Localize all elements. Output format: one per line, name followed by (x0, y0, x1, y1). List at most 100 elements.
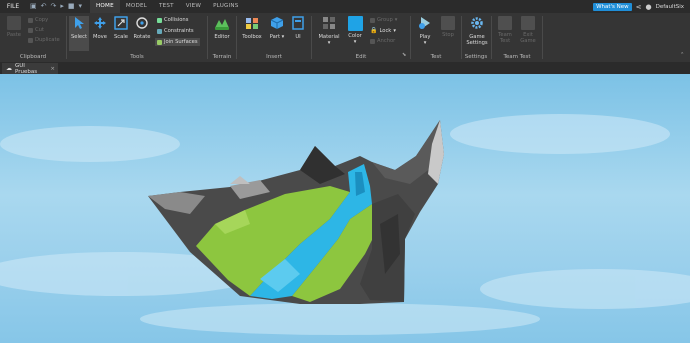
tab-view[interactable]: VIEW (180, 0, 207, 13)
team-test-button[interactable]: Team Test (495, 16, 515, 44)
material-icon (323, 17, 335, 29)
move-icon (94, 17, 106, 29)
terrain-group: Editor Terrain (208, 13, 236, 62)
rotate-icon (136, 17, 148, 29)
document-tab[interactable]: ☁ GUI Pruebas × (2, 62, 58, 75)
part-label: Part (269, 34, 280, 40)
copy-button[interactable]: Copy (28, 17, 48, 23)
dropdown-icon[interactable]: ▾ (79, 3, 83, 10)
collisions-icon (157, 17, 162, 23)
anchor-icon (370, 38, 375, 44)
join-surfaces-icon (157, 39, 162, 45)
ui-button[interactable]: UI (288, 16, 308, 40)
undo-icon[interactable]: ↶ (41, 3, 47, 10)
scale-icon (114, 16, 128, 30)
expand-icon[interactable]: ⬊ (402, 52, 406, 58)
scale-label: Scale (114, 34, 128, 40)
file-menu[interactable]: FILE (0, 3, 26, 10)
terrain-group-label: Terrain (212, 54, 232, 60)
3d-viewport[interactable] (0, 74, 690, 343)
ribbon-tabs: HOME MODEL TEST VIEW PLUGINS (90, 0, 244, 13)
document-tab-label: GUI Pruebas (15, 62, 38, 75)
close-icon[interactable]: × (50, 66, 55, 72)
collisions-toggle[interactable]: Collisions (157, 17, 188, 23)
material-button[interactable]: Material ▾ (316, 16, 342, 46)
edit-group: Material ▾ Color ▾ Group ▾ 🔒 Lock ▾ Anchor … (312, 13, 410, 62)
copy-icon (28, 17, 33, 23)
lock-icon: 🔒 (370, 27, 378, 34)
lock-button[interactable]: 🔒 Lock ▾ (370, 27, 396, 34)
toolbox-label: Toolbox (242, 34, 262, 40)
redo-icon[interactable]: ↷ (51, 3, 57, 10)
tools-group-label: Tools (130, 54, 144, 60)
select-button[interactable]: Select (69, 16, 89, 51)
team-test-group: Team Test Exit Game Team Test (492, 13, 542, 62)
game-settings-button[interactable]: Game Settings (464, 16, 490, 46)
collapse-ribbon-icon[interactable]: ⌃ (680, 52, 684, 58)
rotate-label: Rotate (133, 34, 151, 40)
tab-test[interactable]: TEST (153, 0, 180, 13)
color-swatch (347, 16, 363, 31)
ribbon: Paste Copy Cut Duplicate Clipboard Selec… (0, 13, 690, 63)
exit-game-button[interactable]: Exit Game (518, 16, 538, 44)
tab-home[interactable]: HOME (90, 0, 120, 13)
tab-plugins[interactable]: PLUGINS (207, 0, 244, 13)
menu-bar: FILE ▣ ↶ ↷ ▸ ■ ▾ HOME MODEL TEST VIEW PL… (0, 0, 690, 13)
toolbox-button[interactable]: Toolbox (240, 16, 264, 40)
cut-icon (28, 27, 33, 33)
studio-window: FILE ▣ ↶ ↷ ▸ ■ ▾ HOME MODEL TEST VIEW PL… (0, 0, 690, 343)
play-button[interactable]: Play ▾ (415, 16, 435, 46)
stop-icon (441, 16, 455, 30)
team-test-label: Team Test (498, 32, 512, 44)
edit-group-label: Edit (355, 54, 367, 60)
team-test-group-label: Team Test (503, 54, 531, 60)
publish-icon[interactable]: ▸ (60, 3, 64, 10)
stop-label: Stop (442, 32, 454, 38)
test-group-label: Test (430, 54, 442, 60)
duplicate-button[interactable]: Duplicate (28, 37, 60, 43)
clipboard-group-label: Clipboard (19, 54, 47, 60)
terrain-editor-button[interactable]: Editor (212, 16, 232, 40)
constraints-toggle[interactable]: Constraints (157, 28, 194, 34)
game-settings-label: Game Settings (466, 34, 488, 46)
ui-icon (292, 16, 304, 30)
cut-button[interactable]: Cut (28, 27, 44, 33)
select-label: Select (70, 34, 87, 40)
viewport-scene (0, 114, 690, 335)
tab-model[interactable]: MODEL (120, 0, 153, 13)
insert-group: Toolbox Part ▾ UI Insert (237, 13, 311, 62)
terrain-icon (215, 19, 229, 30)
constraints-icon (157, 28, 162, 34)
share-icon[interactable]: ⋖ (636, 3, 642, 11)
cloud-icon: ☁ (6, 65, 12, 72)
whats-new-button[interactable]: What's New (593, 2, 632, 11)
anchor-button[interactable]: Anchor (370, 38, 395, 44)
paste-button[interactable]: Paste (4, 16, 24, 38)
part-button[interactable]: Part ▾ (267, 16, 287, 40)
rotate-button[interactable]: Rotate (132, 16, 152, 40)
clipboard-group: Paste Copy Cut Duplicate Clipboard (0, 13, 66, 62)
stop-icon[interactable]: ■ (68, 3, 75, 10)
document-tab-bar: ☁ GUI Pruebas × (0, 62, 690, 75)
join-surfaces-toggle[interactable]: Join Surfaces (155, 38, 200, 46)
username[interactable]: DefaultSix (656, 4, 684, 10)
exit-game-icon (521, 16, 535, 30)
color-button[interactable]: Color ▾ (345, 16, 365, 45)
move-button[interactable]: Move (90, 16, 110, 40)
gear-icon (471, 17, 483, 29)
paste-label: Paste (6, 32, 21, 38)
stop-button[interactable]: Stop (438, 16, 458, 38)
group-button[interactable]: Group ▾ (370, 17, 397, 23)
play-icon (419, 17, 430, 29)
paste-icon (7, 16, 21, 30)
insert-group-label: Insert (266, 54, 282, 60)
settings-group-label: Settings (464, 54, 488, 60)
scale-button[interactable]: Scale (111, 16, 131, 40)
menubar-right: What's New ⋖ ● DefaultSix (593, 2, 690, 11)
move-label: Move (93, 34, 107, 40)
quick-access-toolbar: ▣ ↶ ↷ ▸ ■ ▾ (30, 3, 82, 10)
toolbox-icon (246, 18, 258, 29)
save-icon[interactable]: ▣ (30, 3, 37, 10)
duplicate-icon (28, 37, 33, 43)
part-icon (270, 17, 284, 29)
